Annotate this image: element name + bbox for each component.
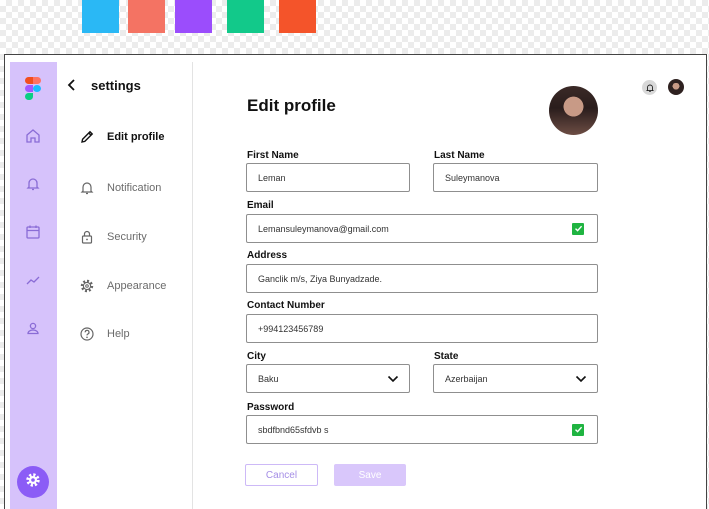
menu-item-label: Security [107,231,147,243]
address-field[interactable]: Ganclik m/s, Ziya Bunyadzade. [246,264,598,293]
menu-item-label: Appearance [107,280,167,292]
menu-item-label: Notification [107,182,162,194]
email-label: Email [247,200,274,211]
address-value: Ganclik m/s, Ziya Bunyadzade. [258,273,383,284]
state-value: Azerbaijan [445,373,488,384]
contact-number-field[interactable]: +994123456789 [246,314,598,343]
figma-logo [25,77,42,100]
last-name-label: Last Name [434,150,485,161]
password-field[interactable]: sbdfbnd65sfdvb s [246,415,598,444]
lock-icon [79,229,95,245]
save-button[interactable]: Save [334,464,406,486]
page-title: Edit profile [247,96,336,115]
email-value: Lemansuleymanova@gmail.com [258,223,389,234]
menu-item-edit-profile[interactable]: Edit profile [79,127,164,147]
contact-number-value: +994123456789 [258,323,324,334]
icon-rail [10,62,57,509]
checkmark-icon [572,423,584,436]
city-value: Baku [258,373,279,384]
menu-item-appearance[interactable]: Appearance [79,276,166,296]
menu-item-label: Edit profile [107,131,165,143]
password-value: sbdfbnd65sfdvb s [258,424,329,435]
chevron-down-icon [575,374,587,384]
edit-profile-panel: Edit profile First Name Leman Last Name … [194,62,704,509]
last-name-value: Suleymanova [445,172,500,183]
settings-title: settings [91,78,141,93]
last-name-field[interactable]: Suleymanova [433,163,598,192]
menu-item-notification[interactable]: Notification [79,178,161,198]
profile-photo[interactable] [549,86,598,135]
gear-icon [24,471,42,494]
state-label: State [434,351,459,362]
checkmark-icon [572,222,584,235]
cancel-button[interactable]: Cancel [245,464,318,486]
menu-item-help[interactable]: Help [79,324,130,344]
bell-icon [79,180,95,196]
contact-number-label: Contact Number [247,300,325,311]
menu-item-security[interactable]: Security [79,227,147,247]
color-swatch-green [227,0,264,33]
user-avatar[interactable] [668,79,684,95]
color-swatch-coral [128,0,165,33]
gear-icon [79,278,95,294]
password-label: Password [247,402,295,413]
settings-sidebar: settings Edit profile Notification Secur… [57,62,193,509]
city-label: City [247,351,266,362]
menu-item-label: Help [107,328,130,340]
help-icon [79,326,95,342]
city-select[interactable]: Baku [246,364,410,393]
chevron-down-icon [387,374,399,384]
notification-bell-button[interactable] [642,80,657,95]
chart-icon[interactable] [24,271,42,289]
bell-icon[interactable] [24,175,42,193]
color-swatch-blue [82,0,119,33]
calendar-icon[interactable] [24,223,42,241]
color-swatch-orange [279,0,316,33]
first-name-value: Leman [258,172,286,183]
settings-button[interactable] [17,466,49,498]
chevron-left-icon[interactable] [66,78,78,92]
home-icon[interactable] [24,127,42,145]
email-field[interactable]: Lemansuleymanova@gmail.com [246,214,598,243]
first-name-field[interactable]: Leman [246,163,410,192]
state-select[interactable]: Azerbaijan [433,364,598,393]
address-label: Address [247,250,288,261]
user-icon[interactable] [24,319,42,337]
first-name-label: First Name [247,150,299,161]
color-swatch-purple [175,0,212,33]
pencil-icon [79,129,95,145]
